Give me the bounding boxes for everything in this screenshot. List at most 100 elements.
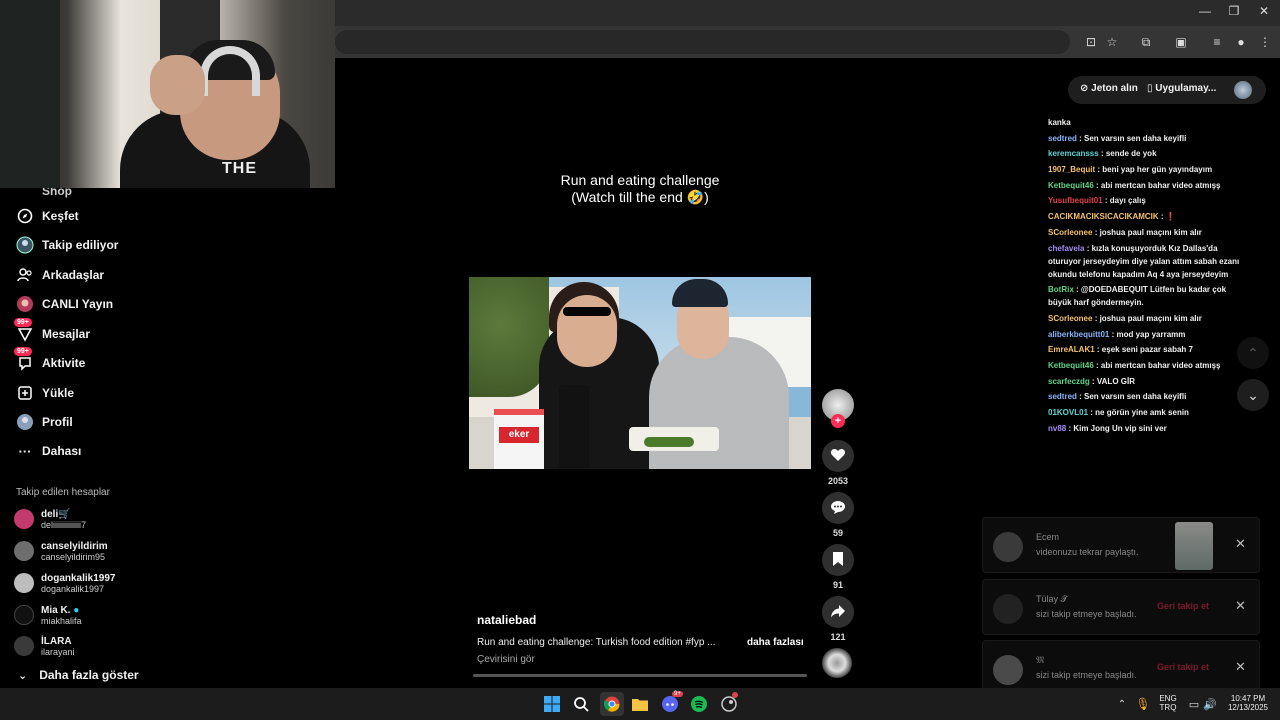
account-item[interactable]: İLARA ilarayani	[14, 632, 75, 660]
chat-username[interactable]: Ketbequit46	[1048, 181, 1094, 190]
comment-button[interactable]	[822, 492, 854, 524]
media-icon[interactable]: ≡	[1208, 33, 1226, 51]
sidebar-item-friends[interactable]: Arkadaşlar	[16, 264, 104, 286]
notification-card[interactable]: Ecem videonuzu tekrar paylaştı. ✕	[982, 517, 1260, 573]
chat-text: : joshua paul maçını kim alır	[1092, 313, 1202, 323]
star-icon[interactable]: ☆	[1103, 33, 1121, 51]
avatar	[993, 532, 1023, 562]
like-count: 2053	[827, 476, 849, 486]
split-view-icon[interactable]: ▣	[1172, 33, 1190, 51]
sidebar-item-upload[interactable]: Yükle	[16, 382, 74, 404]
get-app-button[interactable]: ▯ Uygulamay...	[1147, 83, 1216, 94]
chat-username[interactable]: Ketbequit46	[1048, 361, 1094, 370]
chat-username[interactable]: Yusufbequit01	[1048, 196, 1103, 205]
share-button[interactable]	[822, 596, 854, 628]
chat-text: : eşek seni pazar sabah 7	[1094, 345, 1193, 355]
account-item[interactable]: dogankalik1997 dogankalik1997	[14, 569, 115, 597]
chat-message: sedtred : Sen varsın sen daha keyifli	[1048, 390, 1248, 403]
sidebar-item-more[interactable]: ··· Dahası	[16, 440, 82, 462]
sidebar-item-profile[interactable]: Profil	[16, 411, 73, 433]
sidebar-item-explore[interactable]: Keşfet	[16, 205, 79, 227]
show-more-button[interactable]: ⌄ Daha fazla göster	[18, 668, 139, 682]
activity-badge: 99+	[14, 347, 32, 356]
chat-username[interactable]: BotRix	[1048, 285, 1074, 294]
next-video-button[interactable]: ⌄	[1237, 379, 1269, 411]
chat-message: Yusufbequit01 : dayı çalış	[1048, 194, 1248, 207]
previous-video-button[interactable]: ⌃	[1237, 337, 1269, 369]
bookmark-icon	[831, 551, 845, 570]
avatar	[14, 605, 34, 625]
follow-back-button[interactable]: Geri takip et	[1157, 601, 1209, 611]
close-window-button[interactable]: ✕	[1249, 4, 1279, 18]
account-item[interactable]: canselyildirim canselyildirim95	[14, 537, 108, 565]
tray-overflow-icon[interactable]: ⌃	[1112, 694, 1132, 714]
translate-link[interactable]: Çevirisini gör	[477, 654, 535, 665]
sidebar-item-live[interactable]: CANLI Yayın	[16, 293, 113, 315]
windows-start-icon[interactable]	[542, 694, 562, 714]
chat-username[interactable]: scarfeczdg	[1048, 377, 1090, 386]
chat-username[interactable]: SCorleonee	[1048, 314, 1092, 323]
like-button[interactable]	[822, 440, 854, 472]
language-indicator[interactable]: ENG TRQ	[1155, 694, 1181, 712]
chat-text: : ne görün yine amk senin	[1088, 408, 1189, 417]
phone-icon: ▯	[1147, 83, 1153, 94]
close-icon[interactable]: ✕	[1235, 659, 1246, 675]
chat-message: Ketbequit46 : abi mertcan bahar video at…	[1048, 179, 1248, 192]
sidebar-item-messages[interactable]: 99+ Mesajlar	[14, 318, 90, 345]
menu-icon[interactable]: ⋮	[1256, 33, 1274, 51]
volume-icon[interactable]: 🔊	[1200, 694, 1220, 714]
video-progress-bar[interactable]	[473, 674, 807, 677]
search-icon[interactable]	[571, 694, 591, 714]
avatar	[14, 509, 34, 529]
steam-icon[interactable]	[719, 692, 739, 714]
chat-username[interactable]: CACIKMACIKSICACIKAMCIK	[1048, 212, 1159, 221]
follow-back-button[interactable]: Geri takip et	[1157, 662, 1209, 672]
user-avatar[interactable]	[1234, 81, 1252, 99]
restore-button[interactable]: ❐	[1219, 4, 1249, 18]
video-thumbnail[interactable]	[1175, 522, 1213, 570]
messages-badge: 99+	[14, 318, 32, 327]
clock[interactable]: 10:47 PM 12/13/2025	[1218, 694, 1278, 712]
music-disc[interactable]	[822, 648, 852, 678]
chat-message: 01KOVL01 : ne görün yine amk senin	[1048, 406, 1248, 419]
file-explorer-icon[interactable]	[630, 694, 650, 714]
activity-icon: 99+	[14, 347, 34, 372]
address-bar[interactable]	[335, 30, 1070, 54]
chat-username[interactable]: 01KOVL01	[1048, 408, 1088, 417]
chrome-taskbar-icon[interactable]	[600, 692, 624, 716]
save-button[interactable]	[822, 544, 854, 576]
sidebar: Shop Keşfet Takip ediliyor Arkadaşlar CA…	[0, 184, 150, 688]
chat-username[interactable]: SCorleonee	[1048, 228, 1092, 237]
extensions-icon[interactable]: ⧉	[1137, 33, 1155, 51]
chat-message: kanka	[1048, 116, 1248, 129]
see-more-link[interactable]: daha fazlası	[747, 637, 804, 648]
chat-username[interactable]: aliberkbequitt01	[1048, 330, 1109, 339]
microphone-icon[interactable]: 🎙	[1133, 694, 1153, 714]
get-coins-button[interactable]: ⊘ Jeton alın	[1080, 83, 1138, 94]
close-icon[interactable]: ✕	[1235, 536, 1246, 552]
heart-icon	[830, 447, 846, 466]
minimize-button[interactable]: —	[1190, 4, 1220, 18]
account-item[interactable]: deli🛒 deliiiiiiiiiiiiii7	[14, 505, 86, 533]
chat-message: SCorleonee : joshua paul maçını kim alır	[1048, 226, 1248, 239]
video-player[interactable]: eker	[469, 277, 811, 469]
chat-username[interactable]: chefavela	[1048, 244, 1084, 253]
chat-username[interactable]: EmreALAK1	[1048, 345, 1095, 354]
chat-username[interactable]: sedtred	[1048, 134, 1077, 143]
chat-username[interactable]: 1907_Bequit	[1048, 165, 1095, 174]
install-icon[interactable]: ⊡	[1082, 33, 1100, 51]
chat-username[interactable]: keremcansss	[1048, 149, 1099, 158]
close-icon[interactable]: ✕	[1235, 598, 1246, 614]
verified-icon: ●	[73, 604, 80, 616]
discord-icon[interactable]: 9+	[660, 691, 683, 714]
profile-icon[interactable]: ●	[1232, 33, 1250, 51]
video-author[interactable]: nataliebad	[477, 613, 536, 627]
spotify-icon[interactable]	[689, 694, 709, 714]
sidebar-item-activity[interactable]: 99+ Aktivite	[14, 347, 85, 374]
sidebar-item-following[interactable]: Takip ediliyor	[16, 234, 118, 256]
follow-button[interactable]: +	[831, 414, 845, 428]
account-item[interactable]: Mia K. ● miakhalifa	[14, 601, 82, 629]
notification-card[interactable]: Tülay 𝓣 sizi takip etmeye başladı. Geri …	[982, 579, 1260, 635]
chat-username[interactable]: nv88	[1048, 424, 1066, 433]
chat-username[interactable]: sedtred	[1048, 392, 1077, 401]
